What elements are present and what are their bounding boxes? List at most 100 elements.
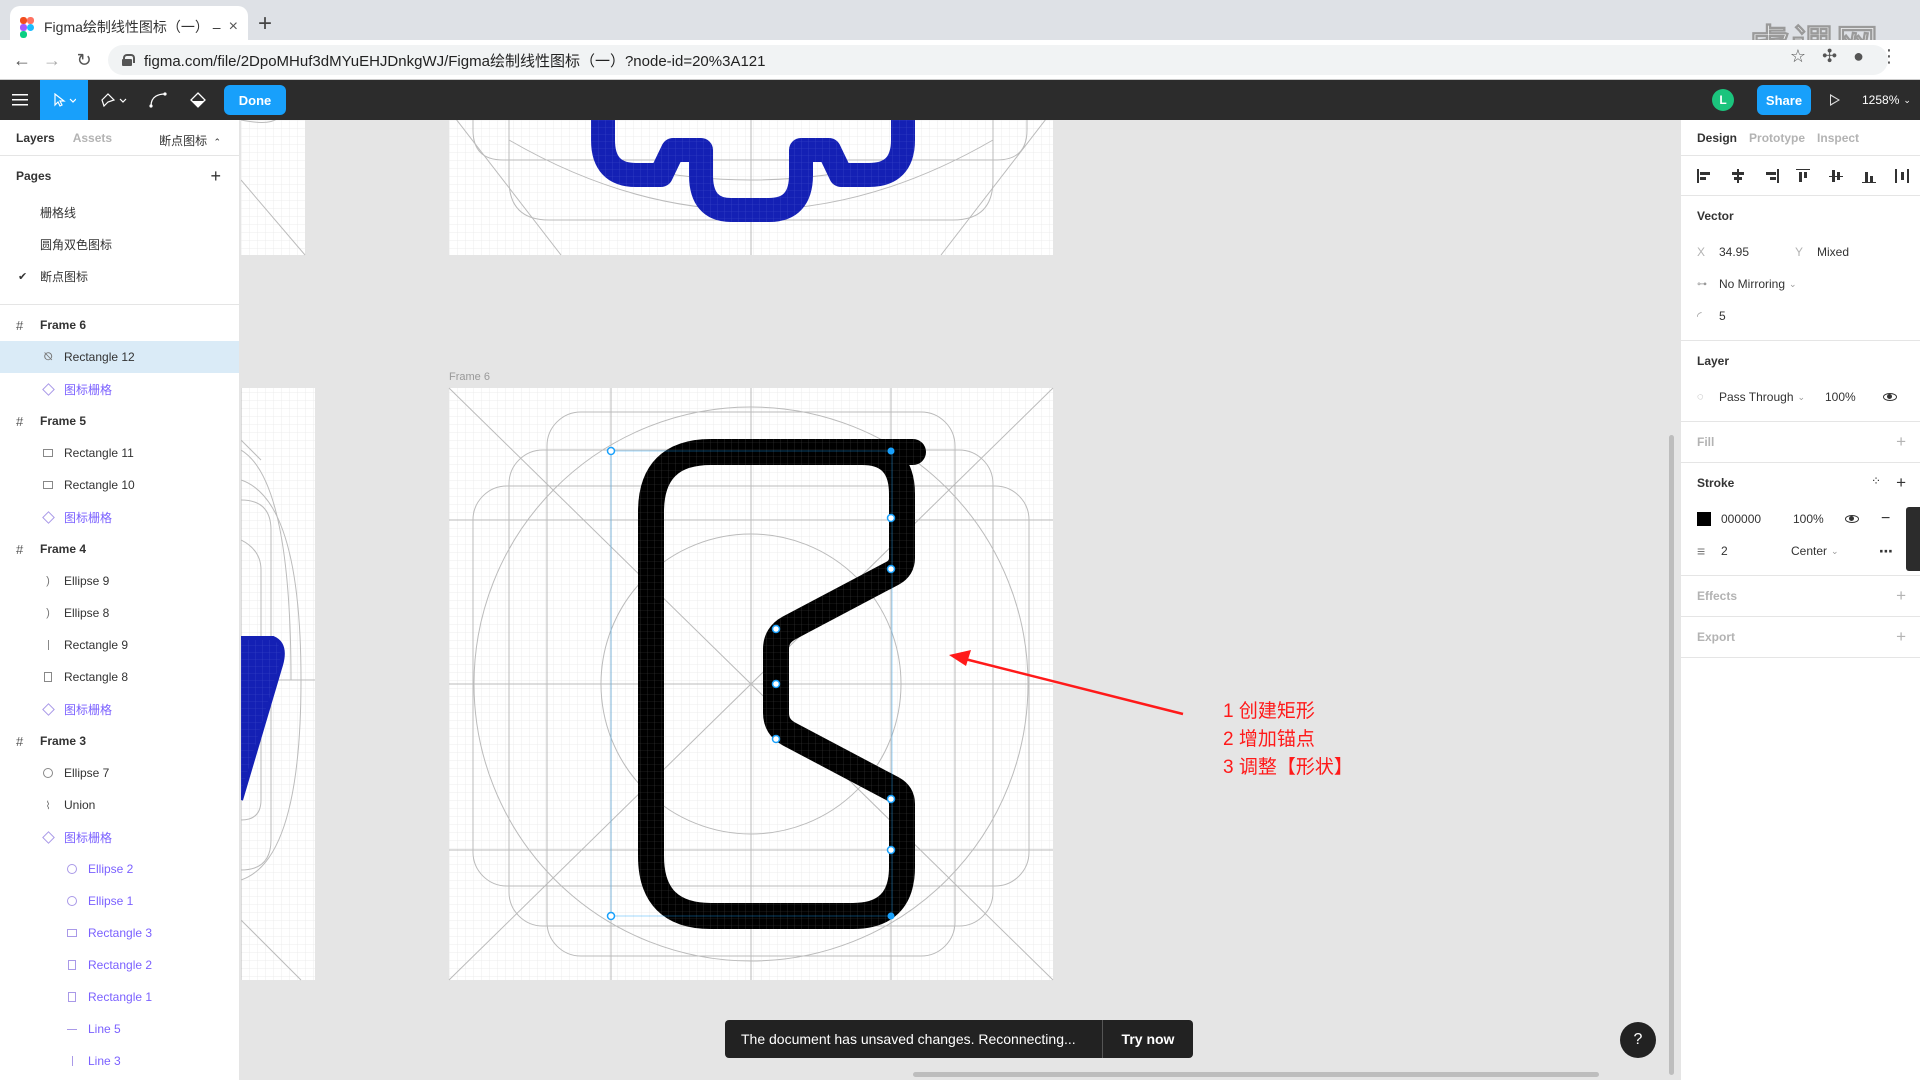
move-tool-icon[interactable] (40, 80, 88, 120)
align-right-icon[interactable] (1763, 168, 1779, 183)
menu-dots-icon[interactable]: ⋮ (1880, 46, 1898, 67)
add-effect-icon[interactable]: + (1896, 586, 1906, 606)
bookmark-star-icon[interactable]: ☆ (1790, 46, 1806, 67)
y-value-field[interactable]: Mixed (1817, 245, 1849, 259)
layer-row[interactable]: ⌇ Union (0, 789, 239, 821)
stroke-styles-icon[interactable]: ⁘ (1871, 474, 1881, 488)
stroke-color-swatch[interactable] (1697, 512, 1711, 526)
align-horizontal-center-icon[interactable] (1730, 168, 1746, 183)
layer-row[interactable]: 图标栅格 (0, 373, 239, 405)
align-left-icon[interactable] (1697, 168, 1713, 183)
tab-assets[interactable]: Assets (73, 131, 112, 145)
layer-label: Rectangle 11 (64, 446, 134, 460)
new-tab-icon[interactable]: + (258, 12, 272, 36)
mirroring-dropdown[interactable]: No Mirroring (1719, 277, 1785, 291)
reconnect-toast: The document has unsaved changes. Reconn… (725, 1020, 1193, 1058)
address-bar: ← → ↻ figma.com/file/2DpoMHuf3dMYuEHJDnk… (0, 40, 1920, 80)
stroke-position-dropdown[interactable]: Center (1791, 544, 1827, 558)
layer-row[interactable]: Ellipse 2 (0, 853, 239, 885)
layer-row[interactable]: # Frame 4 (0, 533, 239, 565)
layer-row[interactable]: ) Ellipse 9 (0, 565, 239, 597)
profile-icon[interactable]: ● (1853, 46, 1864, 67)
present-play-icon[interactable] (1830, 94, 1840, 106)
tab-layers[interactable]: Layers (16, 131, 55, 145)
layer-row[interactable]: Ellipse 7 (0, 757, 239, 789)
stroke-opacity-field[interactable]: 100% (1793, 512, 1824, 526)
add-page-icon[interactable]: + (210, 166, 221, 187)
page-item[interactable]: ✔ 断点图标 (0, 260, 239, 292)
add-stroke-icon[interactable]: + (1896, 473, 1906, 493)
stroke-weight-field[interactable]: 2 (1721, 544, 1791, 558)
layer-row[interactable]: ⦰ Rectangle 12 (0, 341, 239, 373)
corner-radius-field[interactable]: 5 (1719, 309, 1726, 323)
layer-row[interactable]: Rectangle 8 (0, 661, 239, 693)
tab-inspect[interactable]: Inspect (1817, 131, 1859, 145)
tab-design[interactable]: Design (1697, 131, 1737, 145)
tab-close-icon[interactable]: × (229, 18, 238, 36)
layer-row[interactable]: 图标栅格 (0, 821, 239, 853)
add-fill-icon[interactable]: + (1896, 432, 1906, 452)
avatar[interactable]: L (1712, 89, 1734, 111)
layer-row[interactable]: Rectangle 3 (0, 917, 239, 949)
layer-row[interactable]: Ellipse 1 (0, 885, 239, 917)
align-vertical-center-icon[interactable] (1829, 169, 1845, 183)
layer-row[interactable]: Line 3 (0, 1045, 239, 1077)
layer-row[interactable]: 图标栅格 (0, 693, 239, 725)
stroke-color-hex[interactable]: 000000 (1721, 512, 1793, 526)
layer-row[interactable]: Rectangle 1 (0, 981, 239, 1013)
layer-opacity-field[interactable]: 100% (1825, 390, 1856, 404)
tab-prototype[interactable]: Prototype (1749, 131, 1805, 145)
page-item[interactable]: 栅格线 (0, 196, 239, 228)
help-button[interactable]: ? (1620, 1022, 1656, 1058)
side-drawer-handle[interactable] (1906, 507, 1920, 571)
chevron-down-icon: ⌄ (1797, 391, 1806, 402)
layer-row[interactable]: Line 5 (0, 1013, 239, 1045)
annotation-step-1: 1 创建矩形 (1223, 701, 1315, 722)
share-button[interactable]: Share (1757, 85, 1811, 115)
fill-section: Fill + (1681, 422, 1920, 463)
try-now-button[interactable]: Try now (1103, 1031, 1193, 1047)
layer-row[interactable]: # Frame 3 (0, 725, 239, 757)
main-menu-icon[interactable] (0, 80, 40, 120)
zoom-level: 1258% (1862, 93, 1900, 107)
url-field[interactable]: figma.com/file/2DpoMHuf3dMYuEHJDnkgWJ/Fi… (108, 45, 1888, 75)
back-arrow-icon[interactable]: ← (10, 48, 34, 72)
layer-row[interactable]: Rectangle 9 (0, 629, 239, 661)
layer-row[interactable]: Rectangle 10 (0, 469, 239, 501)
stroke-visibility-eye-icon[interactable] (1845, 515, 1859, 523)
layer-label: 图标栅格 (64, 702, 113, 717)
blend-mode-dropdown[interactable]: Pass Through (1719, 390, 1794, 404)
layer-row[interactable]: ) Ellipse 8 (0, 597, 239, 629)
horizontal-scrollbar[interactable] (913, 1072, 1599, 1077)
zoom-dropdown[interactable]: 1258% ⌄ (1862, 80, 1911, 120)
page-select[interactable]: 断点图标 ⌃ (159, 132, 221, 149)
layer-row[interactable]: Rectangle 11 (0, 437, 239, 469)
canvas[interactable]: Frame 6 1 创建矩形 2 增加锚点 3 调整【形状】 The docum… (241, 120, 1679, 1080)
layer-visibility-eye-icon[interactable] (1883, 393, 1897, 401)
remove-stroke-icon[interactable]: − (1881, 510, 1890, 528)
forward-arrow-icon[interactable]: → (40, 48, 64, 72)
layer-row[interactable]: 图标栅格 (0, 501, 239, 533)
align-top-icon[interactable] (1796, 168, 1812, 183)
layer-row[interactable]: Rectangle 2 (0, 949, 239, 981)
component-icon (41, 510, 55, 524)
layer-label: Frame 5 (40, 414, 87, 428)
add-export-icon[interactable]: + (1896, 627, 1906, 647)
bend-tool-icon[interactable] (140, 80, 176, 120)
x-value-field[interactable]: 34.95 (1719, 245, 1795, 259)
pen-tool-icon[interactable] (92, 80, 136, 120)
frame-6-label[interactable]: Frame 6 (449, 371, 490, 383)
stroke-more-options-icon[interactable]: ⋯ (1879, 543, 1893, 560)
done-button[interactable]: Done (224, 85, 286, 115)
layer-row[interactable]: # Frame 6 (0, 309, 239, 341)
paint-bucket-icon[interactable] (180, 80, 216, 120)
layer-row[interactable]: # Frame 5 (0, 405, 239, 437)
vertical-scrollbar[interactable] (1669, 435, 1674, 1075)
reload-icon[interactable]: ↻ (72, 48, 96, 72)
checkmark-icon: ✔ (18, 270, 28, 283)
align-bottom-icon[interactable] (1862, 169, 1878, 183)
extension-puzzle-icon[interactable]: ✣ (1822, 46, 1837, 67)
page-item[interactable]: 圆角双色图标 (0, 228, 239, 260)
pages-list: 栅格线 圆角双色图标 ✔ 断点图标 (0, 196, 239, 292)
distribute-icon[interactable] (1895, 168, 1911, 183)
